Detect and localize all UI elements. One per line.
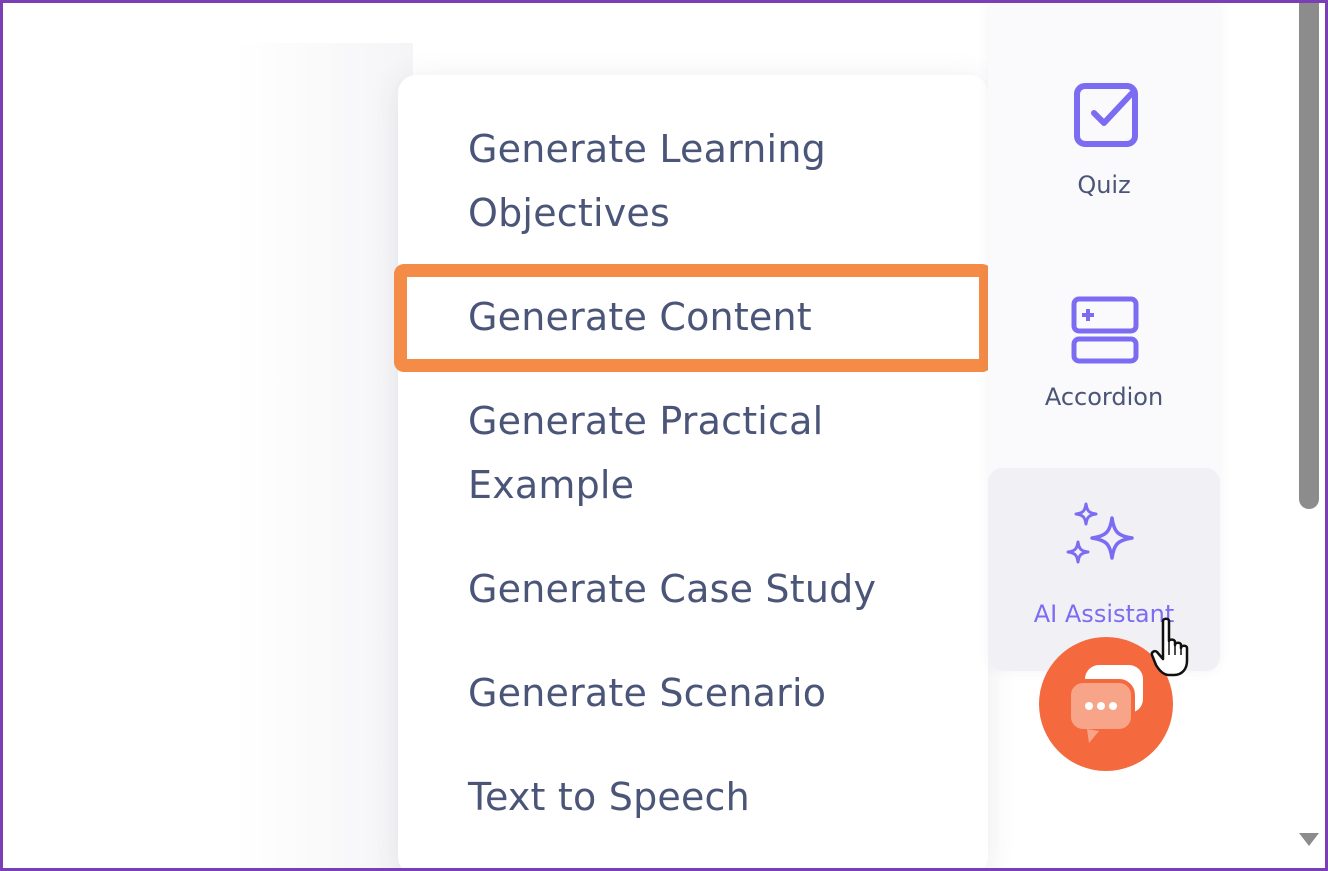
menu-item-label-line: Objectives xyxy=(468,191,670,235)
ai-assistant-menu: Generate Learning Objectives Generate Co… xyxy=(398,75,988,868)
menu-item-label-line: Text to Speech xyxy=(468,775,750,819)
menu-item-generate-scenario[interactable]: Generate Scenario xyxy=(468,661,826,725)
scrollbar-thumb[interactable] xyxy=(1299,3,1319,509)
accordion-icon xyxy=(1071,296,1139,364)
backdrop-shadow xyxy=(233,43,413,868)
checkbox-icon xyxy=(1074,83,1138,147)
menu-item-label-line: Generate Case Study xyxy=(468,567,877,611)
menu-item-generate-case-study[interactable]: Generate Case Study xyxy=(468,557,876,621)
hand-cursor-icon xyxy=(1150,617,1189,677)
menu-item-label-line: Example xyxy=(468,463,635,507)
highlight-box xyxy=(394,264,992,372)
scroll-down-arrow-icon[interactable] xyxy=(1299,833,1319,846)
menu-item-label-line: Generate Learning xyxy=(468,127,826,171)
panel-item-quiz[interactable]: Quiz xyxy=(988,73,1220,223)
menu-item-label-line: Generate Practical xyxy=(468,399,824,443)
menu-item-label-line: Generate Scenario xyxy=(468,671,827,715)
panel-item-accordion[interactable]: Accordion xyxy=(988,287,1220,437)
element-panel: Quiz Accordion AI Assistant xyxy=(988,3,1220,671)
sparkles-icon xyxy=(1066,502,1134,564)
panel-item-label: Accordion xyxy=(1044,383,1164,411)
panel-item-label: Quiz xyxy=(1077,171,1131,199)
menu-item-text-to-speech[interactable]: Text to Speech xyxy=(468,765,750,829)
menu-item-generate-practical-example[interactable]: Generate Practical Example xyxy=(468,389,823,517)
menu-item-generate-learning-objectives[interactable]: Generate Learning Objectives xyxy=(468,117,826,245)
app-frame: Generate Learning Objectives Generate Co… xyxy=(0,0,1328,871)
